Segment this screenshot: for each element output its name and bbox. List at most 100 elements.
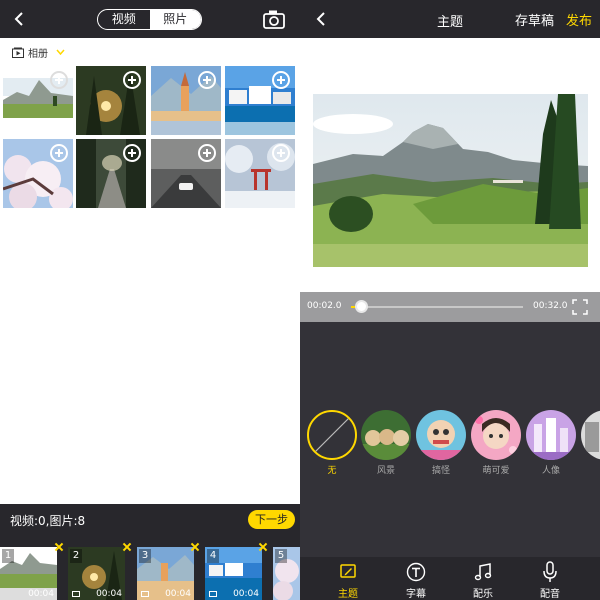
tab-label: 配音 xyxy=(540,589,560,600)
picker-top-bar: 视频 照片 xyxy=(0,0,300,38)
theme-item[interactable]: 人像 xyxy=(526,410,576,476)
photo-thumbnail[interactable] xyxy=(151,139,221,208)
theme-thumbnail xyxy=(416,410,466,460)
back-arrow-icon xyxy=(14,12,23,26)
add-photo-icon[interactable] xyxy=(272,71,290,89)
album-icon xyxy=(12,47,24,58)
photo-thumbnail[interactable] xyxy=(76,66,146,135)
total-time: 00:32.0 xyxy=(533,301,568,311)
image-type-icon xyxy=(141,591,149,597)
selected-strip: 1 00:04 2 00:04 3 00:04 4 00:04 5 xyxy=(0,542,300,600)
selection-count: 视频:0,图片:8 xyxy=(10,514,86,528)
photo-thumbnail[interactable] xyxy=(151,66,221,135)
album-label: 相册 xyxy=(28,48,48,60)
add-photo-icon[interactable] xyxy=(198,71,216,89)
mountain-landscape-photo xyxy=(313,94,588,267)
photo-thumbnail[interactable] xyxy=(3,139,73,208)
fullscreen-icon[interactable] xyxy=(572,299,588,315)
remove-icon[interactable] xyxy=(258,542,268,552)
save-draft-button[interactable]: 存草稿 xyxy=(515,10,554,29)
remove-icon[interactable] xyxy=(122,542,132,552)
add-photo-icon[interactable] xyxy=(50,71,68,89)
selected-index: 2 xyxy=(70,549,82,563)
timeline-bar: 00:02.0 00:32.0 xyxy=(300,292,600,322)
theme-thumbnail xyxy=(526,410,576,460)
selected-index: 5 xyxy=(275,549,287,563)
album-selector[interactable]: 相册 xyxy=(12,44,65,60)
next-step-button[interactable]: 下一步 xyxy=(248,510,295,529)
selected-index: 3 xyxy=(139,549,151,563)
selection-tray: 视频:0,图片:8 下一步 1 00:04 2 00:04 3 00:04 4 … xyxy=(0,504,300,600)
video-preview[interactable] xyxy=(313,94,588,267)
theme-name: 风景 xyxy=(376,466,395,476)
back-button[interactable] xyxy=(8,8,30,30)
theme-item[interactable] xyxy=(581,410,600,463)
selected-item[interactable]: 3 00:04 xyxy=(137,547,194,600)
timeline-track[interactable] xyxy=(351,306,523,308)
theme-item[interactable]: 无 xyxy=(307,410,357,476)
selected-duration: 00:04 xyxy=(233,589,259,599)
add-photo-icon[interactable] xyxy=(123,71,141,89)
subtitle-icon xyxy=(406,562,426,582)
add-photo-icon[interactable] xyxy=(272,144,290,162)
funny-face-photo xyxy=(416,410,466,460)
selected-item[interactable]: 1 00:04 xyxy=(0,547,57,600)
tab-video[interactable]: 视频 xyxy=(98,10,150,29)
tab-theme[interactable]: 主题 xyxy=(318,561,378,600)
tab-subtitle[interactable]: 字幕 xyxy=(386,561,446,600)
tab-label: 配乐 xyxy=(473,589,493,600)
page-title: 主题 xyxy=(436,15,463,30)
add-photo-icon[interactable] xyxy=(50,144,68,162)
theme-item[interactable]: 搞怪 xyxy=(416,410,466,476)
tab-music[interactable]: 配乐 xyxy=(453,561,513,600)
tab-label: 字幕 xyxy=(406,589,426,600)
photo-thumbnail[interactable] xyxy=(225,139,295,208)
photo-thumbnail[interactable] xyxy=(76,139,146,208)
theme-name: 无 xyxy=(327,466,337,476)
timeline-handle[interactable] xyxy=(355,300,369,313)
theme-item[interactable]: 萌可爱 xyxy=(471,410,521,476)
remove-icon[interactable] xyxy=(190,542,200,552)
selected-index: 1 xyxy=(2,549,14,563)
theme-none-icon xyxy=(307,410,357,460)
selected-item[interactable]: 2 00:04 xyxy=(68,547,125,600)
cute-girl-photo xyxy=(471,410,521,460)
theme-name: 人像 xyxy=(541,466,560,476)
tab-voiceover[interactable]: 配音 xyxy=(520,561,580,600)
photo-thumbnail[interactable] xyxy=(225,66,295,135)
selected-duration: 00:04 xyxy=(28,589,54,599)
theme-name: 萌可爱 xyxy=(482,466,510,476)
current-time: 00:02.0 xyxy=(307,301,342,311)
tab-photo[interactable]: 照片 xyxy=(149,10,201,29)
selected-duration: 00:04 xyxy=(165,589,191,599)
puppies-photo xyxy=(361,410,411,460)
image-type-icon xyxy=(209,591,217,597)
theme-thumbnail xyxy=(471,410,521,460)
theme-item[interactable]: 风景 xyxy=(361,410,411,476)
selected-item[interactable]: 5 xyxy=(273,547,300,600)
tab-label: 主题 xyxy=(338,589,358,600)
slash-icon xyxy=(314,417,350,453)
media-picker-screen: 视频 照片 相册 视频:0,图片:8 下一步 1 00:04 2 00:04 3… xyxy=(0,0,300,600)
publish-button[interactable]: 发布 xyxy=(566,10,592,29)
grayscale-photo xyxy=(581,410,600,460)
add-photo-icon[interactable] xyxy=(198,144,216,162)
theme-editor-screen: 主题 存草稿 发布 00:02.0 00:32.0 无 风景 搞怪 萌可爱 人像… xyxy=(300,0,600,600)
selected-index: 4 xyxy=(207,549,219,563)
camera-icon[interactable] xyxy=(263,9,285,29)
selected-duration: 00:04 xyxy=(96,589,122,599)
remove-icon[interactable] xyxy=(54,542,64,552)
app-root: 视频 照片 相册 视频:0,图片:8 下一步 1 00:04 2 00:04 3… xyxy=(0,0,600,600)
editor-tab-bar: 主题 字幕 配乐 配音 xyxy=(300,557,600,600)
chevron-down-icon xyxy=(56,49,65,55)
add-photo-icon[interactable] xyxy=(123,144,141,162)
theme-icon xyxy=(340,564,356,578)
music-icon xyxy=(474,563,492,581)
media-type-switch: 视频 照片 xyxy=(97,9,202,30)
theme-thumbnail xyxy=(581,410,600,460)
image-type-icon xyxy=(72,591,80,597)
portrait-city-photo xyxy=(526,410,576,460)
photo-thumbnail[interactable] xyxy=(3,66,73,135)
theme-name: 搞怪 xyxy=(431,466,450,476)
selected-item[interactable]: 4 00:04 xyxy=(205,547,262,600)
